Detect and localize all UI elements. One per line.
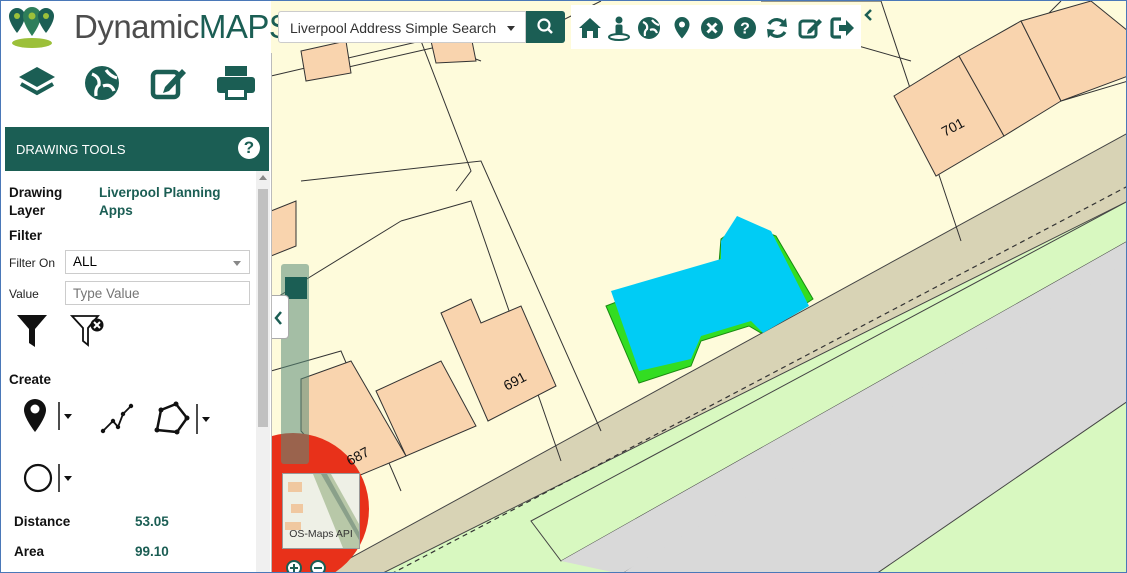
scroll-up-icon[interactable] (259, 175, 267, 180)
help-icon[interactable]: ? (238, 137, 260, 159)
zoom-slider-handle[interactable] (285, 277, 307, 299)
drawing-layer-label: Drawing Layer (9, 185, 63, 218)
zoom-buttons (283, 557, 333, 572)
caret-down-icon (233, 261, 241, 266)
edit-icon[interactable] (149, 63, 189, 103)
area-label: Area (14, 544, 45, 559)
search-icon (537, 18, 553, 34)
draw-circle-icon[interactable] (21, 458, 77, 498)
app-header: DynamicMAPS (1, 1, 291, 53)
logo-word-maps: MAPS (198, 8, 291, 45)
drawing-tools-title: DRAWING TOOLS (16, 142, 126, 157)
globe-icon[interactable] (82, 63, 122, 103)
left-panel: DRAWING TOOLS ? Drawing Layer Liverpool … (1, 53, 272, 572)
clear-filter-icon[interactable] (69, 313, 107, 349)
collapse-chevron-icon[interactable] (862, 7, 876, 23)
globe-icon[interactable] (636, 15, 662, 41)
distance-value: 53.05 (135, 514, 169, 529)
draw-point-icon[interactable] (21, 396, 77, 436)
caret-down-icon (507, 26, 515, 31)
refresh-icon[interactable] (764, 15, 790, 41)
print-icon[interactable] (214, 63, 258, 103)
main-toolbar: ? (571, 5, 861, 49)
draw-polygon-icon[interactable] (151, 398, 217, 438)
draw-line-icon[interactable] (99, 400, 137, 436)
search-type-select[interactable]: Liverpool Address Simple Search (278, 11, 526, 43)
basemap-switcher[interactable]: OS-Maps API (282, 473, 360, 549)
drawing-layer-value[interactable]: Liverpool Planning Apps (99, 184, 249, 220)
panel-scrollbar[interactable] (256, 171, 270, 572)
svg-text:?: ? (740, 21, 750, 38)
app-frame: 701 691 687 OS-Maps API DynamicMAPS Live… (0, 0, 1127, 573)
filter-on-value: ALL (73, 254, 98, 269)
logout-icon[interactable] (829, 15, 859, 41)
street-view-icon[interactable] (606, 15, 632, 41)
logo-word-dynamic: Dynamic (74, 8, 199, 45)
drawing-tools-header: DRAWING TOOLS ? (5, 127, 269, 171)
help-icon[interactable]: ? (732, 15, 758, 41)
panel-collapse-button[interactable] (271, 295, 289, 339)
search-type-value: Liverpool Address Simple Search (290, 20, 497, 36)
home-icon[interactable] (577, 15, 603, 41)
logo-pins-icon (9, 7, 54, 48)
filter-on-label: Filter On (9, 256, 56, 270)
value-label: Value (9, 287, 39, 301)
map-marker-icon[interactable] (669, 15, 695, 41)
edit-icon[interactable] (797, 15, 823, 41)
distance-label: Distance (14, 514, 71, 529)
create-heading: Create (9, 372, 52, 387)
basemap-label: OS-Maps API (289, 528, 353, 540)
area-value: 99.10 (135, 544, 169, 559)
filter-on-select[interactable]: ALL (65, 250, 250, 274)
clear-icon[interactable] (699, 15, 725, 41)
scroll-thumb[interactable] (258, 189, 268, 427)
logo-text: DynamicMAPS (74, 8, 291, 46)
value-input[interactable] (65, 281, 250, 305)
filter-heading: Filter (9, 228, 43, 243)
filter-icon[interactable] (15, 313, 49, 349)
search-button[interactable] (526, 11, 565, 43)
chevron-left-icon (274, 311, 282, 325)
layers-icon[interactable] (17, 63, 57, 103)
